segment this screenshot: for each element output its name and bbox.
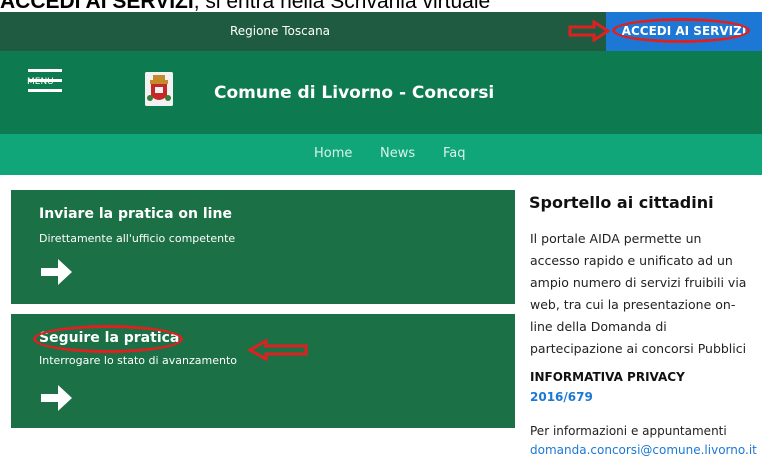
annotation-arrow-icon	[246, 338, 308, 362]
card-send-title[interactable]: Inviare la pratica on line	[39, 206, 232, 222]
annotation-oval	[33, 325, 183, 353]
sidebar-text: Il portale AIDA permette un accesso rapi…	[530, 231, 747, 356]
email-link[interactable]: domanda.concorsi@comune.livorno.it	[530, 443, 757, 457]
screenshot-caption: ACCEDI AI SERVIZI, si entra nella Scriva…	[0, 0, 762, 11]
nav-news[interactable]: News	[380, 146, 415, 161]
sidebar-title: Sportello ai cittadini	[529, 193, 714, 212]
contacts-text: Per informazioni e appuntamenti	[530, 424, 727, 438]
card-send-subtitle: Direttamente all'ufficio competente	[39, 232, 236, 245]
arrow-right-icon[interactable]	[38, 254, 74, 290]
annotation-arrow-icon	[568, 20, 610, 42]
menu-label[interactable]: MENU	[27, 77, 54, 87]
privacy-link[interactable]: 2016/679	[530, 390, 593, 404]
nav-faq[interactable]: Faq	[443, 146, 466, 161]
nav-home[interactable]: Home	[314, 146, 352, 161]
card-track-subtitle: Interrogare lo stato di avanzamento	[39, 354, 238, 367]
region-link[interactable]: Regione Toscana	[0, 12, 560, 51]
caption-rest: , si entra nella Scrivania virtuale	[194, 0, 490, 11]
site-title[interactable]: Comune di Livorno - Concorsi	[214, 83, 494, 103]
privacy-label: INFORMATIVA PRIVACY	[530, 370, 685, 384]
arrow-right-icon[interactable]	[38, 380, 74, 416]
annotation-oval	[612, 18, 750, 43]
city-crest-icon	[145, 72, 173, 106]
caption-bold: ACCEDI AI SERVIZI	[0, 0, 194, 11]
